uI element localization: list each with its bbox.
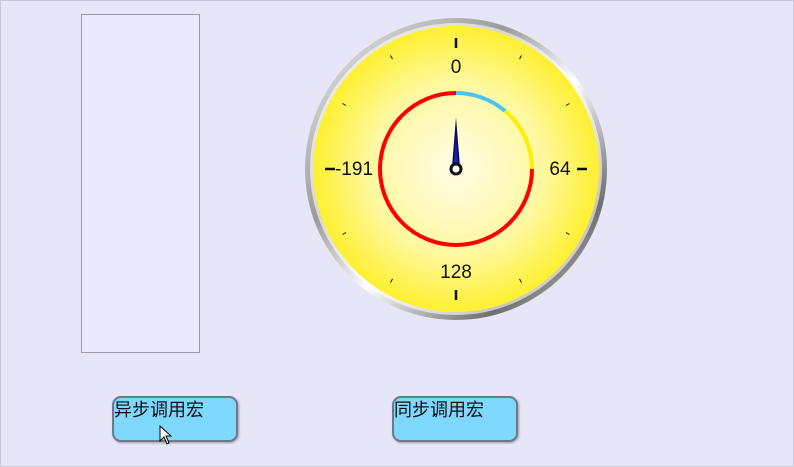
async-call-macro-label: 异步调用宏 [114, 400, 204, 421]
gauge-hub [449, 162, 463, 176]
sync-call-macro-label: 同步调用宏 [394, 400, 484, 421]
dial-gauge: 0 64 128 -191 [305, 18, 607, 320]
sync-call-macro-button[interactable]: 同步调用宏 [392, 396, 518, 442]
gauge-label-bottom: 128 [440, 262, 472, 283]
gauge-label-left: -191 [335, 159, 373, 180]
output-list-panel[interactable] [81, 14, 200, 353]
async-call-macro-button[interactable]: 异步调用宏 [112, 396, 238, 442]
gauge-label-top: 0 [451, 57, 462, 78]
mouse-cursor-icon [159, 425, 173, 445]
gauge-label-right: 64 [549, 159, 571, 180]
